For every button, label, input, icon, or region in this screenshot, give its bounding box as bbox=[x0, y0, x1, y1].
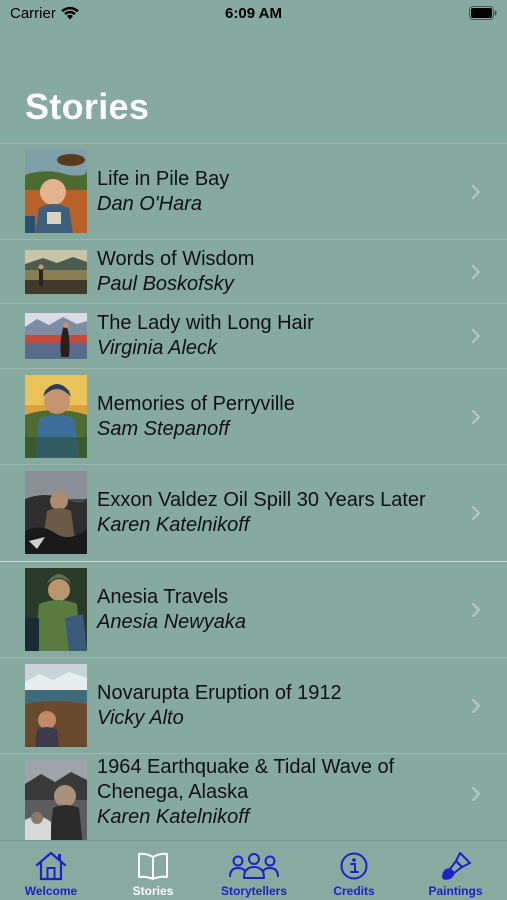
tab-paintings[interactable]: Paintings bbox=[404, 841, 507, 900]
tab-stories[interactable]: Stories bbox=[102, 841, 204, 900]
chevron-right-icon bbox=[472, 603, 480, 617]
tab-bar: Welcome Stories Storytellers Credits Pai… bbox=[0, 840, 507, 900]
book-icon bbox=[138, 852, 168, 880]
story-row-anesia-travels[interactable]: Anesia Travels Anesia Newyaka bbox=[0, 562, 507, 658]
story-thumbnail bbox=[25, 250, 87, 294]
story-title: Life in Pile Bay bbox=[97, 168, 230, 190]
story-thumbnail bbox=[25, 150, 87, 233]
story-author: Paul Boskofsky bbox=[97, 273, 234, 295]
story-author: Virginia Aleck bbox=[97, 337, 218, 359]
story-thumbnail bbox=[25, 664, 87, 747]
chevron-right-icon bbox=[472, 699, 480, 713]
chevron-right-icon bbox=[472, 506, 480, 520]
story-thumbnail bbox=[25, 760, 87, 841]
tab-label: Storytellers bbox=[220, 884, 288, 898]
story-title: The Lady with Long Hair bbox=[97, 312, 314, 334]
house-icon bbox=[35, 851, 67, 881]
status-time: 6:09 AM bbox=[225, 5, 282, 22]
story-thumbnail bbox=[25, 471, 87, 554]
tab-label: Credits bbox=[333, 884, 375, 898]
story-author: Anesia Newyaka bbox=[97, 611, 246, 633]
story-row-exxon-valdez[interactable]: Exxon Valdez Oil Spill 30 Years Later Ka… bbox=[0, 465, 507, 562]
status-bar: Carrier 6:09 AM bbox=[0, 0, 507, 30]
story-title: 1964 Earthquake & Tidal Wave of bbox=[97, 756, 395, 778]
story-title-line-2: Chenega, Alaska bbox=[97, 781, 249, 803]
chevron-right-icon bbox=[472, 787, 480, 801]
tab-welcome[interactable]: Welcome bbox=[0, 841, 102, 900]
screen: Carrier 6:09 AM Stories Life in Pile Bay… bbox=[0, 0, 507, 900]
story-title: Anesia Travels bbox=[97, 586, 229, 608]
tab-label: Paintings bbox=[428, 884, 483, 898]
people-icon bbox=[229, 853, 279, 879]
chevron-right-icon bbox=[472, 265, 480, 279]
story-title: Memories of Perryville bbox=[97, 393, 295, 415]
story-title: Novarupta Eruption of 1912 bbox=[97, 682, 342, 704]
chevron-right-icon bbox=[472, 185, 480, 199]
tab-credits[interactable]: Credits bbox=[304, 841, 404, 900]
story-author: Sam Stepanoff bbox=[97, 418, 230, 440]
story-author: Karen Katelnikoff bbox=[97, 514, 250, 536]
story-thumbnail bbox=[25, 568, 87, 651]
story-row-novarupta-eruption[interactable]: Novarupta Eruption of 1912 Vicky Alto bbox=[0, 658, 507, 754]
chevron-right-icon bbox=[472, 329, 480, 343]
stories-list[interactable]: Life in Pile Bay Dan O'Hara Words of Wis… bbox=[0, 143, 507, 841]
story-author: Dan O'Hara bbox=[97, 193, 202, 215]
chevron-right-icon bbox=[472, 410, 480, 424]
story-row-life-in-pile-bay[interactable]: Life in Pile Bay Dan O'Hara bbox=[0, 144, 507, 240]
tab-label: Stories bbox=[132, 884, 174, 898]
tab-storytellers[interactable]: Storytellers bbox=[204, 841, 304, 900]
story-thumbnail bbox=[25, 375, 87, 458]
story-row-words-of-wisdom[interactable]: Words of Wisdom Paul Boskofsky bbox=[0, 240, 507, 304]
tab-label: Welcome bbox=[24, 884, 78, 898]
story-title: Exxon Valdez Oil Spill 30 Years Later bbox=[97, 489, 426, 511]
story-author: Vicky Alto bbox=[97, 707, 184, 729]
page-title: Stories bbox=[25, 86, 150, 127]
story-row-lady-with-long-hair[interactable]: The Lady with Long Hair Virginia Aleck bbox=[0, 304, 507, 369]
paintbrush-icon bbox=[441, 852, 471, 880]
story-author: Karen Katelnikoff bbox=[97, 806, 250, 828]
info-icon bbox=[340, 852, 368, 880]
story-row-memories-of-perryville[interactable]: Memories of Perryville Sam Stepanoff bbox=[0, 369, 507, 465]
battery-icon bbox=[469, 6, 497, 25]
story-title: Words of Wisdom bbox=[97, 248, 255, 270]
story-thumbnail bbox=[25, 313, 87, 359]
story-row-1964-earthquake[interactable]: 1964 Earthquake & Tidal Wave of Chenega,… bbox=[0, 754, 507, 841]
